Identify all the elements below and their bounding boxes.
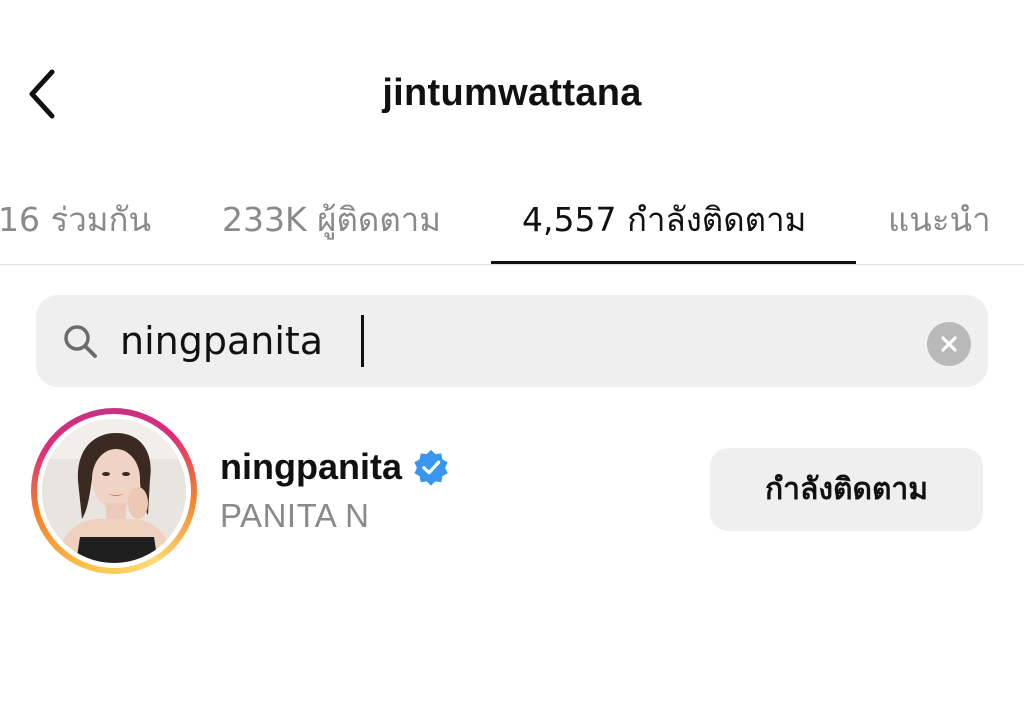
tab-bar: 16 ร่วมกัน 233K ผู้ติดตาม 4,557 กำลังติด… [0,180,1024,266]
header: jintumwattana [0,0,1024,150]
tab-followers[interactable]: 233K ผู้ติดตาม [222,190,441,250]
username: ningpanita [220,446,402,487]
following-list-screen: jintumwattana 16 ร่วมกัน 233K ผู้ติดตาม … [0,0,1024,710]
tabs-divider [0,264,1024,265]
story-ring[interactable] [31,408,197,574]
text-cursor [361,315,364,367]
full-name: PANITA N [220,497,370,534]
search-icon [64,325,97,358]
user-result-row[interactable]: ningpanita PANITA N กำลังติดตาม [0,400,1024,580]
avatar [42,419,186,563]
search-bar [36,295,988,387]
following-button[interactable]: กำลังติดตาม [710,448,983,531]
page-title: jintumwattana [382,72,642,114]
tab-following[interactable]: 4,557 กำลังติดตาม [522,190,806,250]
profile-photo [42,419,186,563]
username-row[interactable]: ningpanita [220,442,450,492]
clear-icon [941,336,957,352]
search-input[interactable] [120,305,910,377]
clear-search-button[interactable] [927,322,971,366]
tab-suggested[interactable]: แนะนำ [888,190,991,250]
tab-mutual[interactable]: 16 ร่วมกัน [0,190,151,250]
verified-badge-icon [414,449,448,486]
